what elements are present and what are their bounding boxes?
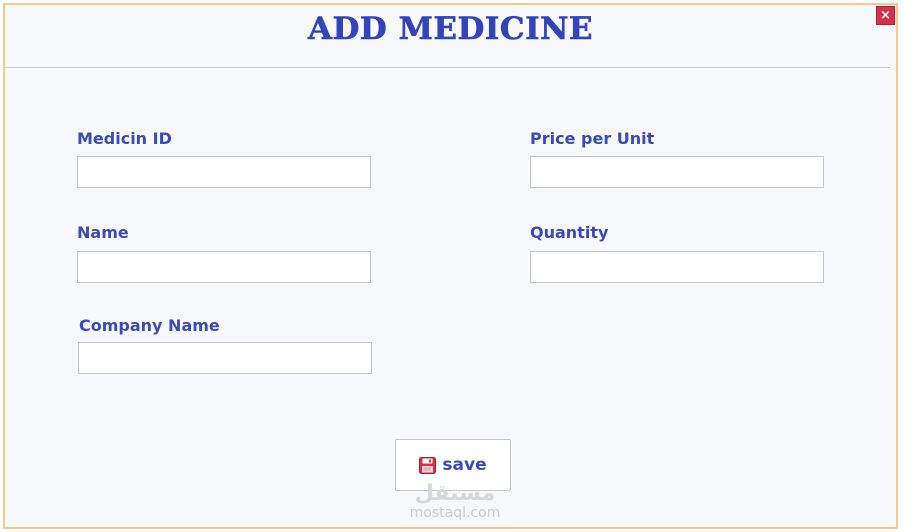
window-title: ADD MEDICINE — [307, 11, 594, 48]
medicine-id-input[interactable] — [77, 156, 371, 188]
price-per-unit-input[interactable] — [530, 156, 824, 188]
close-button[interactable]: × — [876, 6, 895, 25]
company-name-input[interactable] — [78, 342, 372, 374]
title-divider — [5, 67, 890, 68]
medicine-id-label: Medicin ID — [77, 129, 172, 148]
price-per-unit-label: Price per Unit — [530, 129, 655, 148]
save-button-label: save — [442, 455, 487, 475]
company-name-label: Company Name — [79, 316, 220, 335]
save-button[interactable]: save — [395, 439, 511, 491]
quantity-input[interactable] — [530, 251, 824, 283]
name-label: Name — [77, 223, 129, 242]
quantity-label: Quantity — [530, 223, 609, 242]
floppy-disk-icon — [419, 456, 437, 474]
add-medicine-window: ADD MEDICINE × Medicin ID Name Company N… — [3, 3, 898, 529]
watermark-text: mostaql.com — [409, 505, 501, 521]
name-input[interactable] — [77, 251, 371, 283]
